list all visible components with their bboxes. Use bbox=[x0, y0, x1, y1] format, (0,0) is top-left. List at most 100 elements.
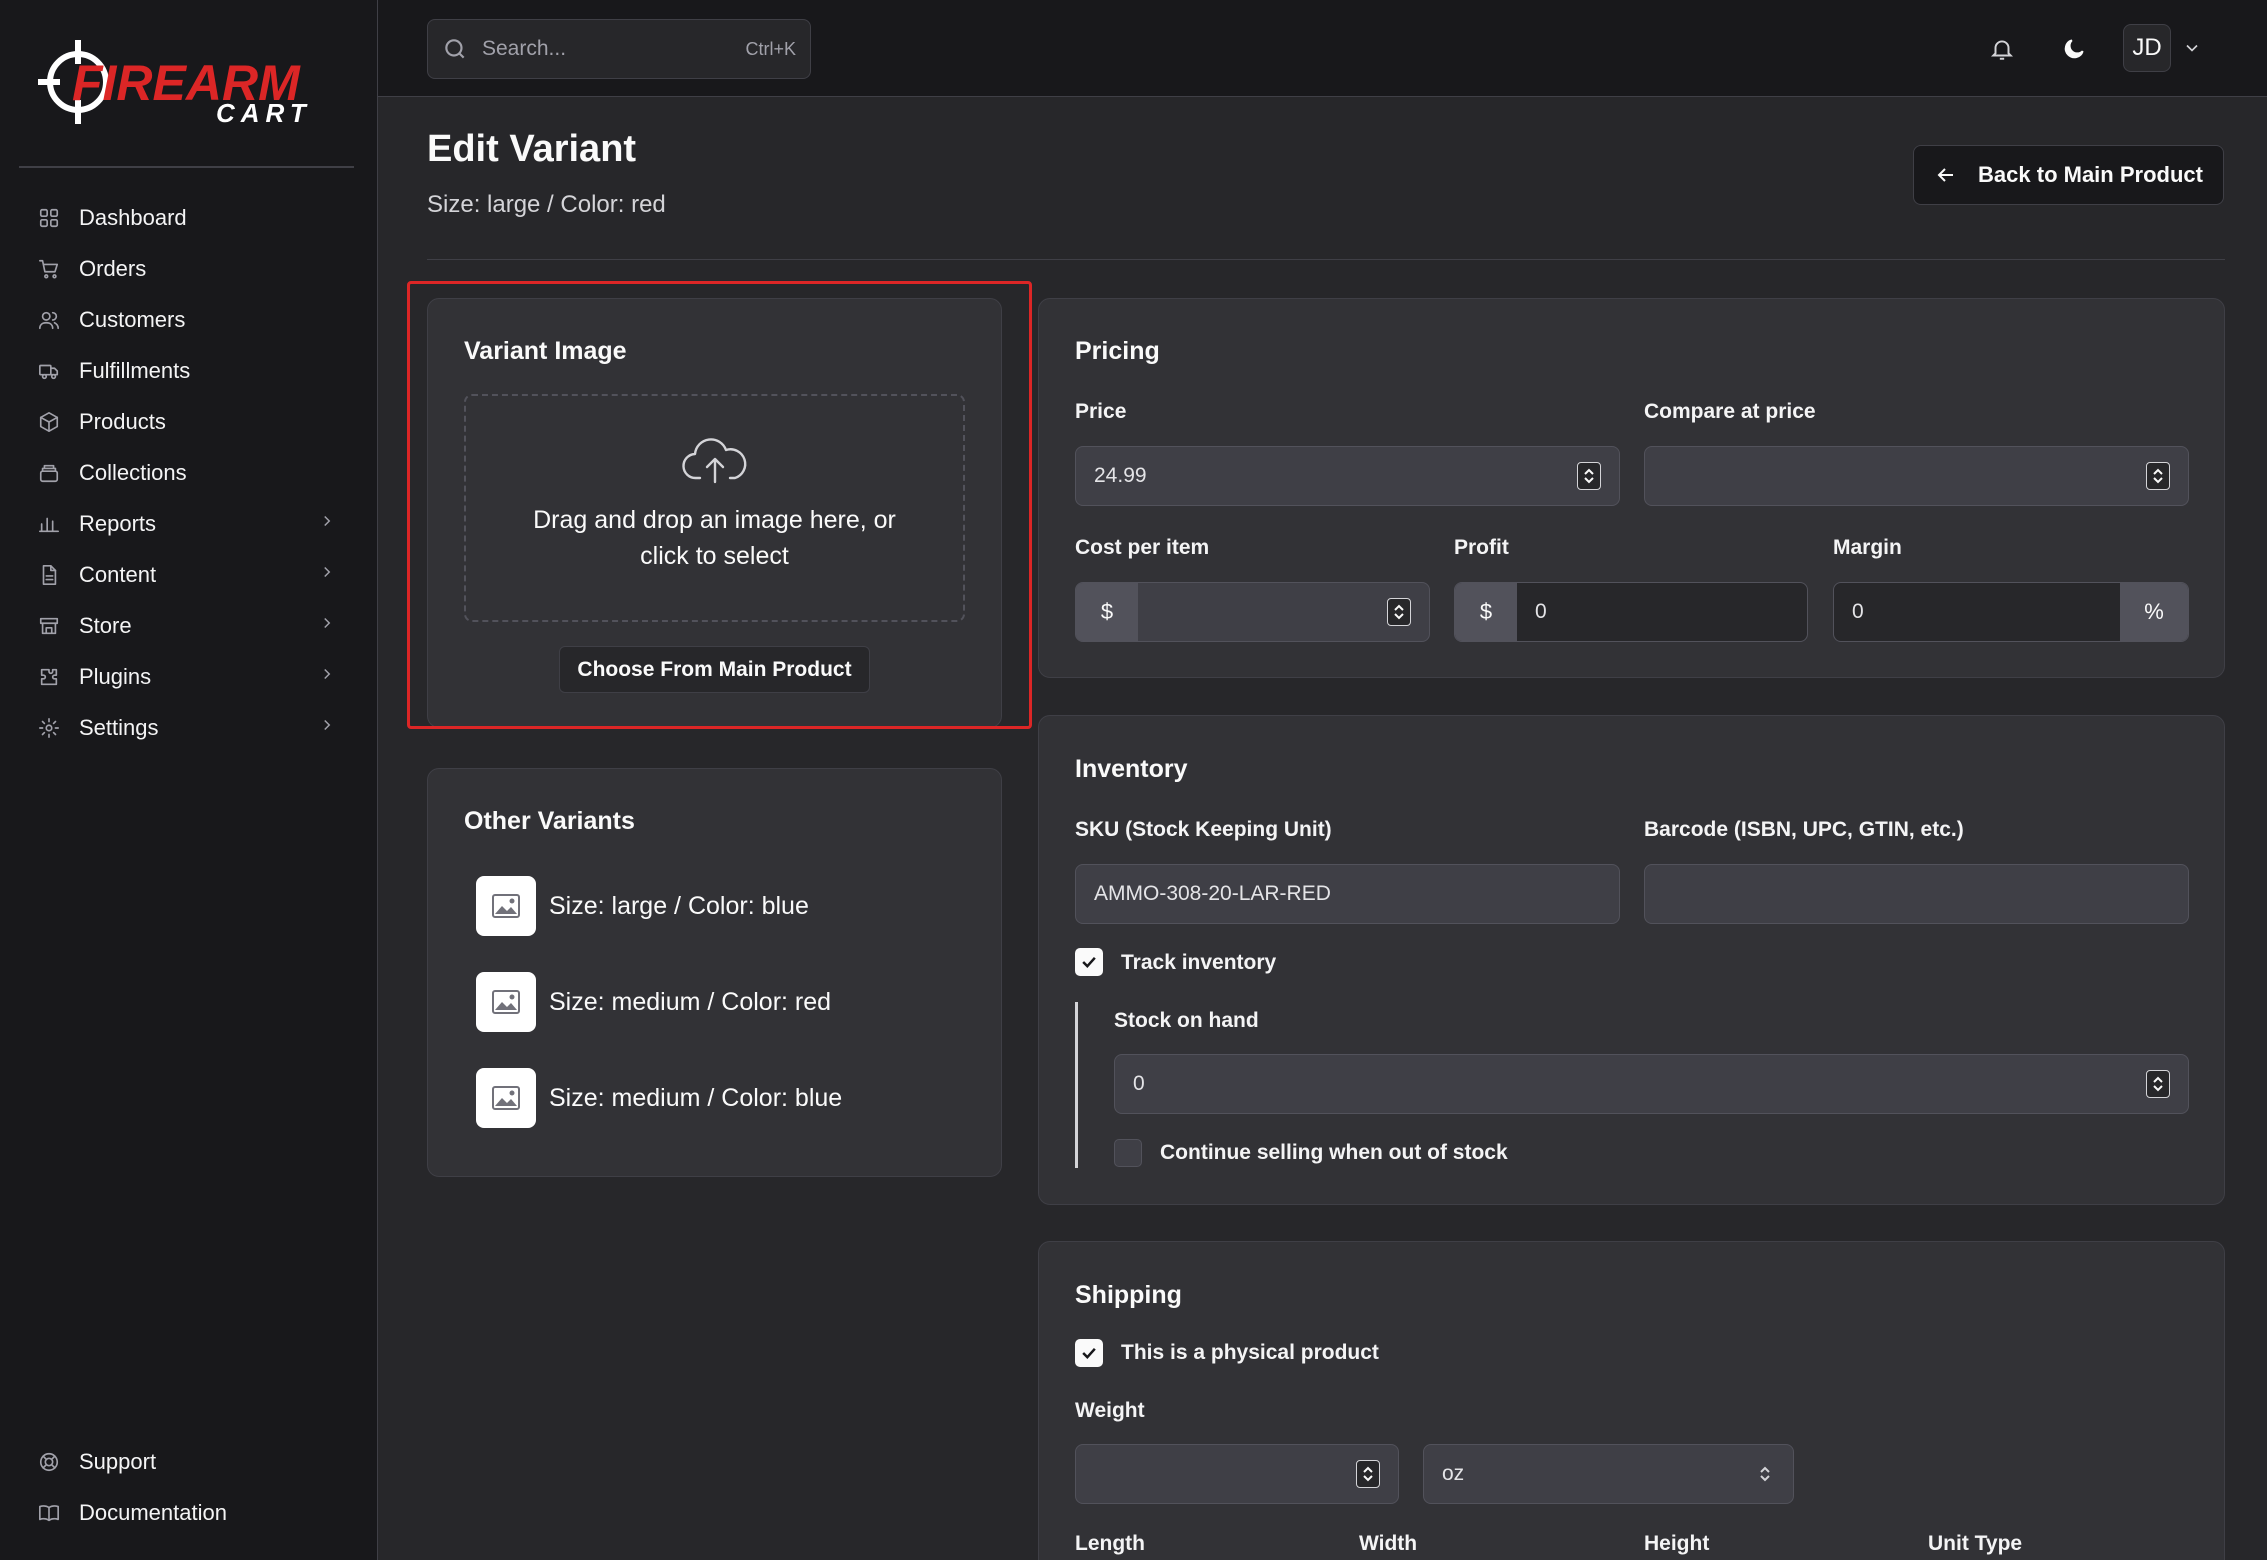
pricing-title: Pricing bbox=[1075, 337, 1160, 365]
sidebar-item-label: Dashboard bbox=[79, 204, 187, 230]
stepper-icon[interactable] bbox=[1387, 598, 1411, 626]
cart-icon bbox=[37, 257, 61, 281]
search-shortcut: Ctrl+K bbox=[745, 38, 796, 59]
firearm-cart-logo[interactable]: FIREARM CART bbox=[38, 34, 338, 134]
physical-product-checkbox[interactable] bbox=[1075, 1339, 1103, 1367]
box-icon bbox=[37, 410, 61, 434]
other-variants-title: Other Variants bbox=[464, 807, 635, 835]
chevron-right-icon bbox=[318, 665, 336, 688]
layers-icon bbox=[37, 461, 61, 485]
stepper-icon[interactable] bbox=[2146, 462, 2170, 490]
length-label: Length bbox=[1075, 1532, 1145, 1555]
store-icon bbox=[37, 614, 61, 638]
weight-unit-select[interactable]: oz bbox=[1423, 1444, 1794, 1504]
moon-icon bbox=[2064, 39, 2084, 59]
compare-at-price-input[interactable] bbox=[1644, 446, 2189, 506]
cost-per-item-label: Cost per item bbox=[1075, 536, 1210, 559]
sidebar-item-plugins[interactable]: Plugins bbox=[19, 651, 354, 702]
users-icon bbox=[37, 308, 61, 332]
sku-label: SKU (Stock Keeping Unit) bbox=[1075, 818, 1332, 841]
sidebar-item-label: Settings bbox=[79, 714, 159, 740]
price-input[interactable]: 24.99 bbox=[1075, 446, 1620, 506]
list-item[interactable]: Size: medium / Color: red bbox=[476, 972, 831, 1032]
weight-unit-value: oz bbox=[1442, 1462, 1465, 1485]
sidebar-item-label: Content bbox=[79, 561, 157, 587]
stock-on-hand-input[interactable]: 0 bbox=[1114, 1054, 2189, 1114]
sidebar-item-orders[interactable]: Orders bbox=[19, 243, 354, 294]
search-icon bbox=[445, 39, 465, 59]
sidebar-item-support[interactable]: Support bbox=[19, 1436, 354, 1487]
list-item[interactable]: Size: medium / Color: blue bbox=[476, 1068, 842, 1128]
track-inventory-checkbox[interactable] bbox=[1075, 948, 1103, 976]
sidebar-item-label: Products bbox=[79, 408, 166, 434]
bell-icon bbox=[1990, 40, 2014, 60]
page-subtitle: Size: large / Color: red bbox=[427, 191, 666, 218]
width-label: Width bbox=[1359, 1532, 1418, 1555]
profit-currency-prefix: $ bbox=[1455, 583, 1517, 641]
price-value: 24.99 bbox=[1094, 464, 1147, 487]
stepper-icon[interactable] bbox=[1356, 1460, 1380, 1488]
track-inventory-label: Track inventory bbox=[1121, 951, 1277, 974]
sidebar-nav: Dashboard Orders Customers Fulfillments … bbox=[19, 192, 354, 753]
sidebar: FIREARM CART Dashboard Orders Customers … bbox=[0, 0, 378, 1560]
sidebar-item-documentation[interactable]: Documentation bbox=[19, 1487, 354, 1538]
chevron-right-icon bbox=[318, 563, 336, 586]
margin-label: Margin bbox=[1833, 536, 1902, 559]
sidebar-item-label: Customers bbox=[79, 306, 186, 332]
shipping-title: Shipping bbox=[1075, 1281, 1182, 1309]
stock-on-hand-label: Stock on hand bbox=[1114, 1009, 1259, 1032]
barcode-input[interactable] bbox=[1644, 864, 2189, 924]
arrow-left-icon bbox=[1937, 168, 1954, 182]
theme-toggle-button[interactable] bbox=[2053, 28, 2095, 70]
sidebar-item-store[interactable]: Store bbox=[19, 600, 354, 651]
cost-currency-prefix: $ bbox=[1076, 583, 1138, 641]
page-title: Edit Variant bbox=[427, 128, 637, 170]
shipping-card bbox=[1038, 1241, 2225, 1560]
sidebar-item-collections[interactable]: Collections bbox=[19, 447, 354, 498]
image-placeholder-icon bbox=[476, 876, 536, 936]
grid-icon bbox=[37, 206, 61, 230]
sidebar-item-settings[interactable]: Settings bbox=[19, 702, 354, 753]
chevron-right-icon bbox=[318, 512, 336, 535]
book-icon bbox=[37, 1501, 61, 1525]
sku-value: AMMO-308-20-LAR-RED bbox=[1094, 882, 1331, 905]
stepper-icon[interactable] bbox=[1577, 462, 1601, 490]
stock-on-hand-value: 0 bbox=[1133, 1072, 1145, 1095]
variant-label: Size: large / Color: blue bbox=[549, 891, 809, 920]
sidebar-item-label: Collections bbox=[79, 459, 187, 485]
image-placeholder-icon bbox=[476, 1068, 536, 1128]
sku-input[interactable]: AMMO-308-20-LAR-RED bbox=[1075, 864, 1620, 924]
sidebar-divider bbox=[19, 166, 354, 168]
search-bar[interactable]: Ctrl+K bbox=[427, 19, 811, 79]
bar-chart-icon bbox=[37, 512, 61, 536]
logo-text-sub: CART bbox=[216, 98, 312, 128]
puzzle-icon bbox=[37, 665, 61, 689]
sidebar-item-label: Orders bbox=[79, 255, 147, 281]
sidebar-item-content[interactable]: Content bbox=[19, 549, 354, 600]
unit-type-label: Unit Type bbox=[1928, 1532, 2023, 1555]
image-placeholder-icon bbox=[476, 972, 536, 1032]
sidebar-item-products[interactable]: Products bbox=[19, 396, 354, 447]
notifications-button[interactable] bbox=[1981, 28, 2023, 70]
chevron-right-icon bbox=[318, 716, 336, 739]
sidebar-item-label: Store bbox=[79, 612, 132, 638]
barcode-label: Barcode (ISBN, UPC, GTIN, etc.) bbox=[1644, 818, 1964, 841]
sidebar-item-customers[interactable]: Customers bbox=[19, 294, 354, 345]
weight-input[interactable] bbox=[1075, 1444, 1399, 1504]
avatar[interactable]: JD bbox=[2123, 24, 2171, 72]
sidebar-item-dashboard[interactable]: Dashboard bbox=[19, 192, 354, 243]
variant-label: Size: medium / Color: red bbox=[549, 987, 832, 1016]
sidebar-item-label: Plugins bbox=[79, 663, 152, 689]
list-item[interactable]: Size: large / Color: blue bbox=[476, 876, 809, 936]
continue-selling-checkbox[interactable] bbox=[1114, 1139, 1142, 1167]
sidebar-item-reports[interactable]: Reports bbox=[19, 498, 354, 549]
chevron-right-icon bbox=[318, 614, 336, 637]
profit-label: Profit bbox=[1454, 536, 1509, 559]
compare-at-price-label: Compare at price bbox=[1644, 400, 1816, 423]
back-to-main-product-button[interactable]: Back to Main Product bbox=[1913, 145, 2224, 205]
margin-percent-suffix: % bbox=[2120, 583, 2188, 641]
stepper-icon[interactable] bbox=[2146, 1070, 2170, 1098]
search-input[interactable] bbox=[482, 37, 746, 61]
chevron-down-icon[interactable] bbox=[2182, 38, 2204, 60]
sidebar-item-fulfillments[interactable]: Fulfillments bbox=[19, 345, 354, 396]
